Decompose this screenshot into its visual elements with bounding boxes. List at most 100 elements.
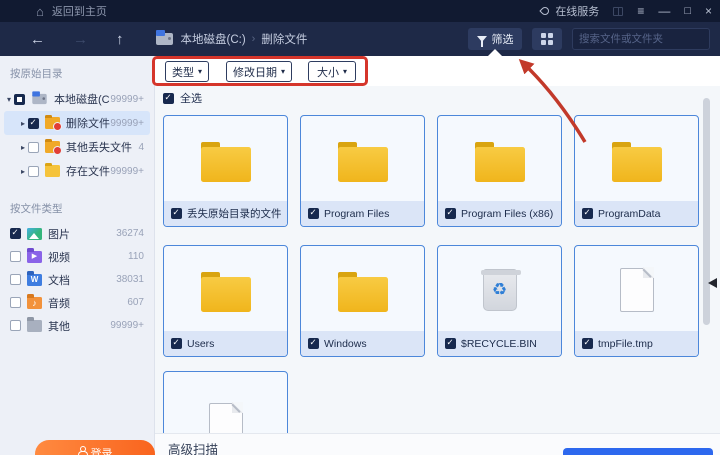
breadcrumb-current[interactable]: 删除文件: [261, 31, 307, 47]
sidebar-item-deleted-files[interactable]: ▸ 删除文件 99999+: [4, 111, 150, 135]
search-input[interactable]: [573, 33, 720, 45]
item-count: 607: [127, 297, 144, 308]
folder-icon: [200, 271, 251, 312]
card-name: tmpFile.tmp: [598, 337, 653, 350]
date-filter-dropdown[interactable]: 修改日期 ▾: [226, 61, 292, 82]
select-all-checkbox[interactable]: [163, 92, 174, 104]
audio-icon: ♪: [27, 294, 42, 309]
person-icon: [77, 446, 88, 455]
sidebar-section-title-file-type: 按文件类型: [10, 203, 63, 215]
sidebar-item-pictures[interactable]: 图片 36274: [4, 222, 150, 245]
card-checkbox[interactable]: [582, 207, 593, 219]
card-checkbox[interactable]: [308, 207, 319, 219]
item-count: 36274: [116, 228, 144, 239]
expand-arrow-icon[interactable]: ▸: [18, 167, 28, 176]
checkbox-existing-files[interactable]: [28, 165, 39, 177]
sidebar-item-label: 存在文件: [66, 166, 110, 178]
online-service-icon[interactable]: [539, 5, 551, 17]
dropdown-label: 类型: [171, 66, 194, 79]
card-name: Users: [187, 337, 215, 350]
card-name: 丢失原始目录的文件: [187, 208, 282, 220]
up-icon[interactable]: ↑: [116, 32, 124, 47]
filter-button[interactable]: 筛选: [468, 28, 522, 50]
card-checkbox[interactable]: [445, 207, 456, 219]
sidebar-item-videos[interactable]: ▶ 视频 110: [4, 245, 150, 268]
toolbar: ← → ↑ 本地磁盘(C:) › 删除文件 筛选: [0, 22, 720, 56]
sidebar-item-label: 文档: [48, 274, 70, 287]
breadcrumb-drive[interactable]: 本地磁盘(C:): [181, 31, 246, 47]
sidebar-item-documents[interactable]: W 文档 38031: [4, 268, 150, 291]
type-filter-dropdown[interactable]: 类型 ▾: [165, 61, 209, 82]
sidebar-item-local-disk-c[interactable]: ▾ 本地磁盘(C:) 99999+: [4, 87, 150, 111]
select-all-row[interactable]: 全选: [163, 90, 202, 106]
home-icon[interactable]: ⌂: [36, 5, 44, 18]
close-button[interactable]: ×: [705, 0, 712, 22]
item-count: 38031: [116, 274, 144, 285]
file-card[interactable]: Program Files: [300, 115, 425, 227]
dropdown-label: 大小: [316, 66, 339, 79]
file-card[interactable]: Program Files (x86): [437, 115, 562, 227]
minimize-button[interactable]: —: [658, 0, 670, 22]
sidebar-item-existing-files[interactable]: ▸ 存在文件 99999+: [4, 159, 150, 183]
sidebar-item-other[interactable]: 其他 99999+: [4, 314, 150, 337]
back-to-home-link[interactable]: 返回到主页: [52, 3, 107, 19]
file-card[interactable]: 丢失原始目录的文件: [163, 115, 288, 227]
checkbox-other-lost-files[interactable]: [28, 141, 39, 153]
card-checkbox[interactable]: [582, 337, 593, 349]
file-card[interactable]: ProgramData: [574, 115, 699, 227]
card-checkbox[interactable]: [171, 337, 182, 349]
sidebar: 按原始目录 ▾ 本地磁盘(C:) 99999+ ▸ 删除文件 99999+ ▸ …: [0, 56, 155, 455]
folder-icon: [200, 141, 251, 182]
checkbox-audio[interactable]: [10, 297, 21, 308]
expand-arrow-icon[interactable]: ▾: [4, 95, 14, 104]
file-card[interactable]: ♻ $RECYCLE.BIN: [437, 245, 562, 357]
folder-icon: [337, 141, 388, 182]
footer-bar: 高级扫描 恢复选中文件: [155, 433, 720, 455]
expand-arrow-icon[interactable]: ▸: [18, 143, 28, 152]
advanced-scan-link[interactable]: 高级扫描: [168, 439, 218, 455]
vertical-scrollbar[interactable]: [703, 98, 710, 325]
online-service-label[interactable]: 在线服务: [555, 3, 599, 19]
menu-icon[interactable]: ≡: [637, 0, 644, 22]
checkbox-pictures[interactable]: [10, 227, 21, 239]
card-checkbox[interactable]: [445, 337, 456, 349]
select-all-label: 全选: [180, 93, 202, 105]
chevron-down-icon: ▾: [280, 67, 285, 76]
item-count: 99999+: [110, 117, 144, 129]
grid-view-icon: [541, 33, 553, 45]
checkbox-other[interactable]: [10, 320, 21, 331]
search-box[interactable]: [572, 28, 720, 50]
expand-arrow-icon[interactable]: ▸: [18, 119, 28, 128]
checkbox-videos[interactable]: [10, 251, 21, 262]
file-card[interactable]: Windows: [300, 245, 425, 357]
card-checkbox[interactable]: [308, 337, 319, 349]
filter-popover-caret: [487, 49, 503, 57]
sidebar-item-other-lost-files[interactable]: ▸ 其他丢失文件 4: [4, 135, 150, 159]
drive-icon: [155, 30, 173, 45]
card-checkbox[interactable]: [171, 207, 182, 219]
checkbox-deleted-files[interactable]: [28, 117, 39, 129]
file-card[interactable]: Users: [163, 245, 288, 357]
sidebar-item-audio[interactable]: ♪ 音频 607: [4, 291, 150, 314]
folder-icon: [474, 141, 525, 182]
checkbox-local-disk[interactable]: [14, 93, 25, 105]
size-filter-dropdown[interactable]: 大小 ▾: [308, 61, 356, 82]
view-toggle-button[interactable]: [532, 28, 562, 50]
file-card[interactable]: tmpFile.tmp: [574, 245, 699, 357]
forward-icon[interactable]: →: [73, 32, 88, 47]
maximize-button[interactable]: □: [684, 0, 691, 22]
item-count: 99999+: [110, 165, 144, 177]
folder-icon: [337, 271, 388, 312]
file-icon: [619, 267, 654, 312]
dropdown-label: 修改日期: [232, 66, 277, 79]
checkbox-documents[interactable]: [10, 274, 21, 285]
item-count: 99999+: [110, 93, 144, 105]
recover-button[interactable]: 恢复选中文件: [563, 448, 713, 455]
sidebar-item-label: 本地磁盘(C:): [54, 94, 111, 106]
sidebar-section-title-original-dir: 按原始目录: [10, 68, 63, 80]
gift-icon[interactable]: [613, 6, 624, 16]
login-button[interactable]: 登录: [35, 440, 155, 455]
back-icon[interactable]: ←: [30, 32, 45, 47]
title-bar: ⌂ 返回到主页 在线服务 ≡ — □ ×: [0, 0, 720, 22]
card-name: Windows: [324, 337, 367, 350]
